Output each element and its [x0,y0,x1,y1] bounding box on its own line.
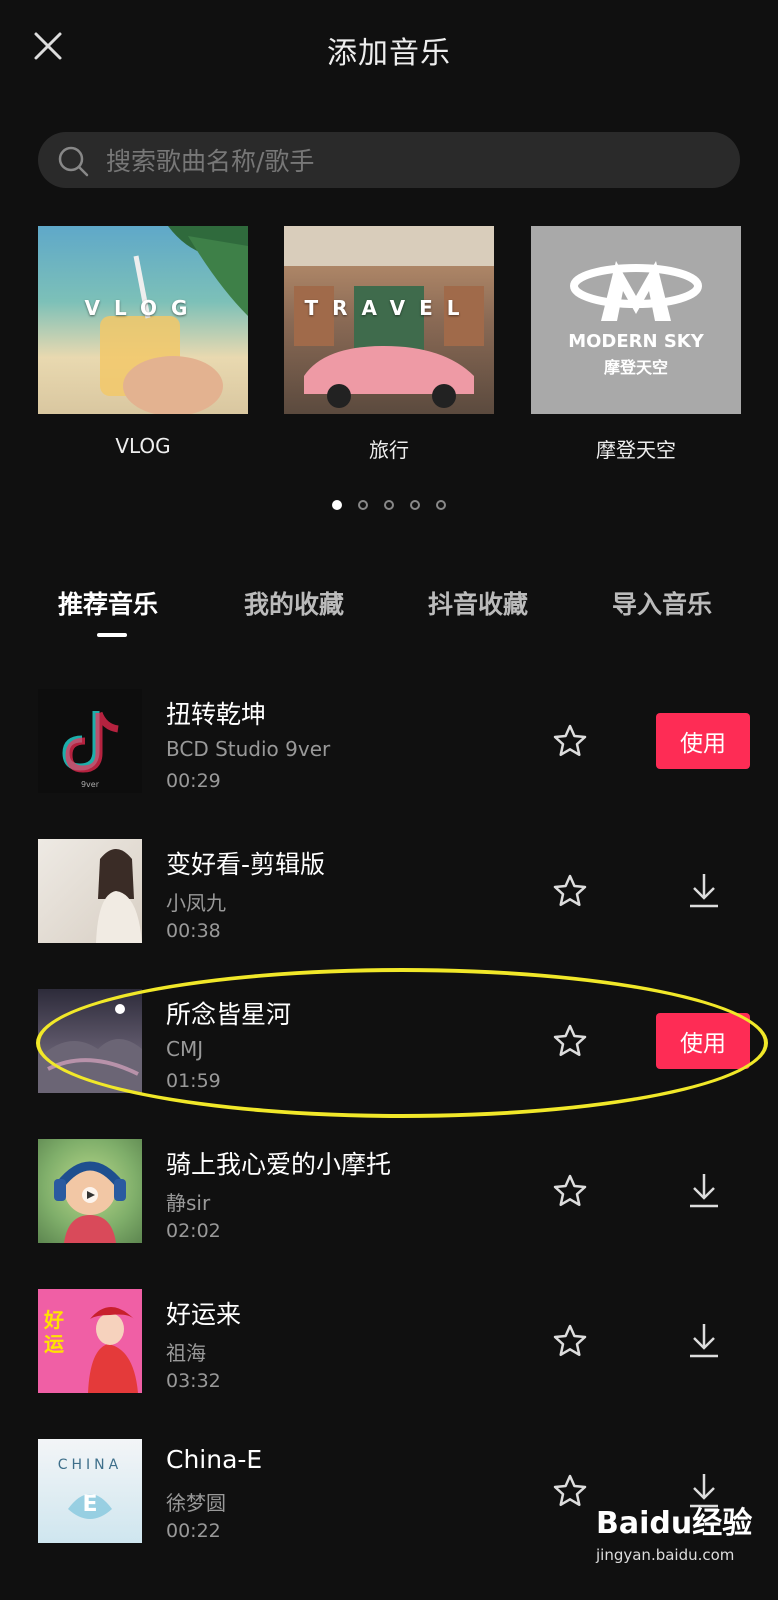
song-artist: 静sir [166,1191,211,1215]
svg-text:E: E [82,1492,97,1517]
category-thumbnail: VLOG [38,226,248,414]
watermark-brand: Baidu经验 [596,1506,753,1541]
watermark: Baidu经验 jingyan.baidu.com [596,1488,776,1588]
svg-text:CHINA: CHINA [58,1457,122,1473]
category-overlay-text: VLOG [84,296,202,320]
category-label: VLOG [115,434,171,458]
header: 添加音乐 [0,0,778,100]
song-cover: CHINA E [38,1439,142,1543]
song-title: 好运来 [166,1300,242,1329]
song-title: 所念皆星河 [166,1000,292,1029]
song-row[interactable]: 骑上我心爱的小摩托 静sir 02:02 [0,1135,778,1247]
song-row[interactable]: 变好看-剪辑版 小凤九 00:38 [0,835,778,947]
song-artist: BCD Studio 9ver [166,737,331,761]
category-label: 旅行 [369,438,409,462]
song-title: 变好看-剪辑版 [166,850,326,879]
category-card-vlog[interactable]: VLOG VLOG [38,226,248,458]
song-duration: 00:29 [166,770,221,792]
star-icon[interactable] [552,1173,588,1209]
song-duration: 03:32 [166,1370,221,1392]
song-cover: 9ver [38,689,142,793]
tab-import-music[interactable]: 导入音乐 [612,585,712,621]
svg-text:运: 运 [44,1332,64,1356]
search-bar[interactable] [38,132,740,190]
star-icon[interactable] [552,1023,588,1059]
carousel-dot[interactable] [410,500,420,510]
use-button[interactable]: 使用 [656,713,750,769]
modern-sky-logo [570,261,702,321]
song-row[interactable]: 所念皆星河 CMJ 01:59 使用 [0,985,778,1097]
music-tabs: 推荐音乐 我的收藏 抖音收藏 导入音乐 [0,585,778,645]
song-cover: 好 运 [38,1289,142,1393]
use-button[interactable]: 使用 [656,1013,750,1069]
carousel-dot[interactable] [332,500,342,510]
category-label: 摩登天空 [596,438,676,462]
svg-text:好: 好 [43,1308,64,1332]
star-icon[interactable] [552,873,588,909]
song-artist: 小凤九 [166,891,226,915]
category-card-modern-sky[interactable]: MODERN SKY 摩登天空 摩登天空 [531,226,741,463]
tab-my-favorites[interactable]: 我的收藏 [244,585,344,621]
song-row[interactable]: 好 运 好运来 祖海 03:32 [0,1285,778,1397]
song-duration: 00:22 [166,1520,221,1542]
download-icon[interactable] [686,1170,722,1210]
song-duration: 00:38 [166,920,221,942]
page-title: 添加音乐 [327,36,451,71]
carousel-dot[interactable] [358,500,368,510]
carousel-dot[interactable] [436,500,446,510]
category-thumbnail: TRAVEL [284,226,494,414]
category-thumbnail: MODERN SKY 摩登天空 [531,226,741,414]
carousel-indicator [0,495,778,514]
category-card-travel[interactable]: TRAVEL 旅行 [284,226,494,463]
tab-douyin-favorites[interactable]: 抖音收藏 [428,585,528,621]
search-input[interactable] [104,132,708,190]
download-icon[interactable] [686,870,722,910]
song-artist: 祖海 [166,1341,206,1365]
song-cover [38,989,142,1093]
song-title: China-E [166,1445,263,1474]
song-artist: CMJ [166,1037,204,1061]
song-title: 扭转乾坤 [166,700,267,729]
song-duration: 02:02 [166,1220,221,1242]
watermark-url: jingyan.baidu.com [596,1546,735,1564]
song-title: 骑上我心爱的小摩托 [166,1150,392,1179]
song-cover [38,1139,142,1243]
song-artist: 徐梦圆 [166,1491,226,1515]
song-row[interactable]: 9ver 扭转乾坤 BCD Studio 9ver 00:29 使用 [0,685,778,797]
logo-text-en: MODERN SKY [568,331,704,352]
tab-active-indicator [97,633,127,637]
svg-text:9ver: 9ver [81,780,100,789]
download-icon[interactable] [686,1320,722,1360]
song-cover [38,839,142,943]
song-duration: 01:59 [166,1070,221,1092]
carousel-dot[interactable] [384,500,394,510]
search-icon [58,146,89,177]
logo-text-cn: 摩登天空 [603,358,668,377]
star-icon[interactable] [552,1323,588,1359]
star-icon[interactable] [552,723,588,759]
star-icon[interactable] [552,1473,588,1509]
tab-recommended[interactable]: 推荐音乐 [58,585,158,621]
category-overlay-text: TRAVEL [304,296,474,320]
